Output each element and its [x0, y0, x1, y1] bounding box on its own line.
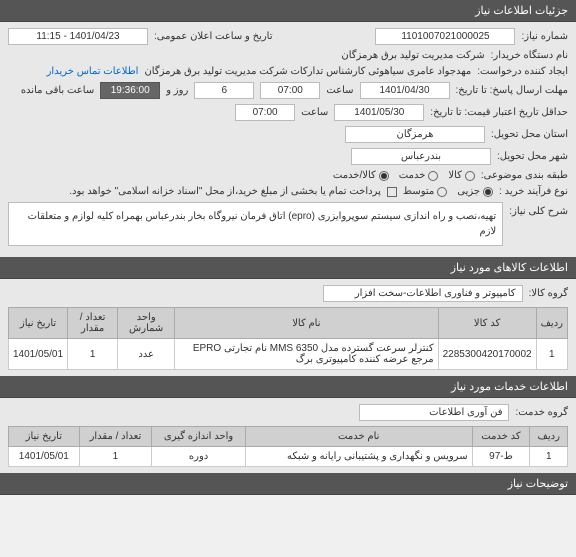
radio-service[interactable]: خدمت [399, 170, 439, 181]
days-value: 6 [194, 82, 254, 99]
deadline-label: مهلت ارسال پاسخ: تا تاریخ: [456, 85, 568, 96]
col-qty: تعداد / مقدار [68, 308, 118, 339]
goods-group-label: گروه کالا: [529, 288, 568, 299]
table-header-row: ردیف کد کالا نام کالا واحد شمارش تعداد /… [9, 308, 568, 339]
table-header-row: ردیف کد خدمت نام خدمت واحد اندازه گیری ت… [9, 427, 568, 447]
countdown-value: 19:36:00 [100, 82, 160, 99]
requester-label: ایجاد کننده درخواست: [477, 66, 568, 77]
col-date: تاریخ نیاز [9, 427, 80, 447]
col-idx: ردیف [536, 308, 567, 339]
general-desc-label: شرح کلی نیاز: [509, 202, 568, 217]
goods-area: گروه کالا: کامپیوتر و فناوری اطلاعات-سخت… [0, 279, 576, 376]
radio-minor[interactable]: جزیی [457, 186, 493, 197]
table-row: 1 2285300420170002 کنترلر سرعت گسترده مد… [9, 339, 568, 370]
payment-checkbox[interactable] [387, 187, 397, 197]
validity-time: 07:00 [235, 104, 295, 121]
city-value: بندرعباس [351, 148, 491, 165]
goods-header: اطلاعات کالاهای مورد نیاز [0, 257, 576, 279]
announce-label: تاریخ و ساعت اعلان عمومی: [154, 31, 273, 42]
cell-date: 1401/05/01 [9, 447, 80, 467]
buyer-org-label: نام دستگاه خریدار: [491, 50, 568, 61]
radio-icon [465, 171, 475, 181]
goods-table: ردیف کد کالا نام کالا واحد شمارش تعداد /… [8, 307, 568, 370]
cell-qty: 1 [79, 447, 152, 467]
col-name: نام خدمت [245, 427, 472, 447]
radio-icon [428, 171, 438, 181]
col-name: نام کالا [175, 308, 438, 339]
goods-group-value: کامپیوتر و فناوری اطلاعات-سخت افزار [323, 285, 523, 302]
city-label: شهر محل تحویل: [497, 151, 568, 162]
radio-icon [379, 171, 389, 181]
radio-label: خدمت [399, 170, 426, 181]
remaining-label: ساعت باقی مانده [21, 85, 94, 96]
radio-medium[interactable]: متوسط [403, 186, 447, 197]
need-number-label: شماره نیاز: [521, 31, 568, 42]
purchase-type-radios: جزیی متوسط [403, 186, 493, 197]
radio-label: کالا/خدمت [333, 170, 376, 181]
time-label-1: ساعت [326, 85, 353, 96]
cell-name: کنترلر سرعت گسترده مدل MMS 6350 نام تجار… [175, 339, 438, 370]
validity-date: 1401/05/30 [334, 104, 424, 121]
validity-label: حداقل تاریخ اعتبار قیمت: تا تاریخ: [430, 107, 568, 118]
classification-label: طبقه بندی موضوعی: [481, 170, 568, 181]
col-unit: واحد شمارش [118, 308, 175, 339]
cell-unit: دوره [152, 447, 246, 467]
general-desc-value: تهیه،نصب و راه اندازی سیستم سوپروایزری (… [8, 202, 503, 246]
purchase-type-label: نوع فرآیند خرید : [499, 186, 568, 197]
radio-label: جزیی [457, 186, 480, 197]
cell-unit: عدد [118, 339, 175, 370]
services-group-label: گروه خدمت: [515, 407, 568, 418]
cell-name: سرویس و نگهداری و پشتیبانی رایانه و شبکه [245, 447, 472, 467]
services-area: گروه خدمت: فن آوری اطلاعات ردیف کد خدمت … [0, 398, 576, 473]
cell-code: 2285300420170002 [438, 339, 536, 370]
cell-idx: 1 [530, 447, 568, 467]
time-label-2: ساعت [301, 107, 328, 118]
cell-code: ط-97 [472, 447, 530, 467]
cell-date: 1401/05/01 [9, 339, 68, 370]
radio-icon [437, 187, 447, 197]
requester-value: مهدجواد عامری سیاهوئی کارشناس تدارکات شر… [144, 66, 471, 77]
radio-icon [483, 187, 493, 197]
deadline-time: 07:00 [260, 82, 320, 99]
services-group-value: فن آوری اطلاعات [359, 404, 509, 421]
payment-note: پرداخت تمام یا بخشی از مبلغ خرید،از محل … [69, 186, 381, 197]
col-code: کد کالا [438, 308, 536, 339]
days-label: روز و [166, 85, 188, 96]
contact-link[interactable]: اطلاعات تماس خریدار [47, 66, 139, 77]
col-qty: تعداد / مقدار [79, 427, 152, 447]
province-label: استان محل تحویل: [491, 129, 568, 140]
classification-radios: کالا خدمت کالا/خدمت [333, 170, 475, 181]
buyer-org-value: شرکت مدیریت تولید برق هرمزگان [341, 50, 484, 61]
cell-qty: 1 [68, 339, 118, 370]
services-table: ردیف کد خدمت نام خدمت واحد اندازه گیری ت… [8, 426, 568, 467]
cell-idx: 1 [536, 339, 567, 370]
announce-value: 1401/04/23 - 11:15 [8, 28, 148, 45]
details-header: جزئیات اطلاعات نیاز [0, 0, 576, 22]
col-date: تاریخ نیاز [9, 308, 68, 339]
radio-both[interactable]: کالا/خدمت [333, 170, 389, 181]
radio-goods[interactable]: کالا [448, 170, 475, 181]
col-idx: ردیف [530, 427, 568, 447]
deadline-date: 1401/04/30 [360, 82, 450, 99]
form-area: شماره نیاز: 1101007021000025 تاریخ و ساع… [0, 22, 576, 257]
province-value: هرمزگان [345, 126, 485, 143]
need-number-value: 1101007021000025 [375, 28, 515, 45]
radio-label: کالا [448, 170, 462, 181]
col-code: کد خدمت [472, 427, 530, 447]
col-unit: واحد اندازه گیری [152, 427, 246, 447]
services-header: اطلاعات خدمات مورد نیاز [0, 376, 576, 398]
radio-label: متوسط [403, 186, 434, 197]
table-row: 1 ط-97 سرویس و نگهداری و پشتیبانی رایانه… [9, 447, 568, 467]
notes-header: توضیحات نیاز [0, 473, 576, 495]
